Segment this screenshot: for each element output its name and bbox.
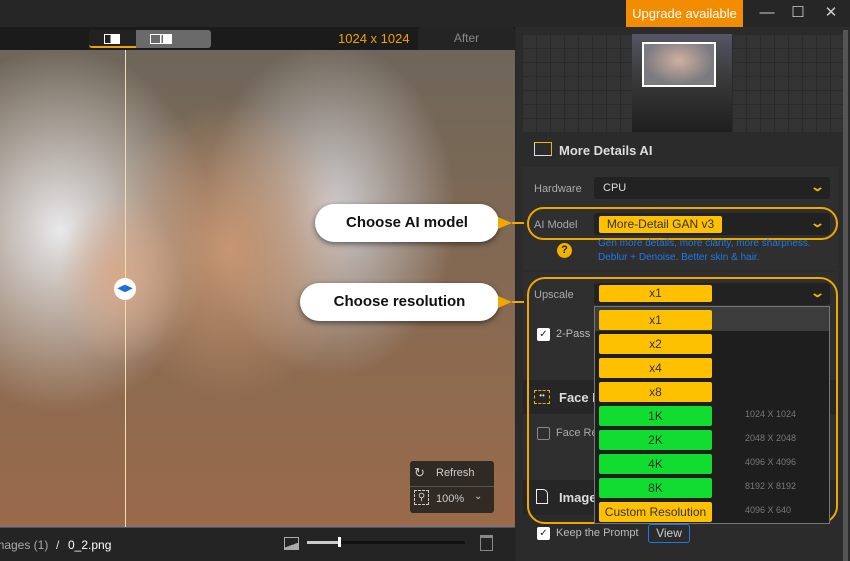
navigator-viewport[interactable] — [642, 42, 716, 87]
view-mode-toggle — [89, 30, 211, 48]
chevron-down-icon: ⌄ — [809, 179, 826, 194]
upscale-options-list: x1 x2 x4 x8 1K 1024 X 1024 2K 2048 X 2048 4K 4096… — [594, 306, 830, 524]
option-label: 4K — [599, 454, 712, 474]
breadcrumb-separator: / — [56, 538, 60, 552]
option-label: 2K — [599, 430, 712, 450]
thumbnail-size-slider[interactable] — [307, 537, 465, 547]
breadcrumb-images[interactable]: Images (1) — [0, 538, 48, 552]
section-title: More Details AI — [559, 143, 653, 158]
breadcrumb-filename: 0_2.png — [68, 538, 112, 552]
zoom-level[interactable]: 100% — [436, 493, 464, 505]
upscale-option[interactable]: Custom Resolution 4096 X 640 — [595, 499, 829, 523]
viewer-controls: ↻ Refresh ⚲ 100% ⌄ — [410, 461, 494, 513]
split-view-button[interactable] — [136, 30, 211, 48]
maximize-icon[interactable]: ☐ — [783, 0, 813, 27]
callout-resolution: Choose resolution — [300, 283, 499, 321]
model-description-2: Deblur + Denoise. Better skin & hair. — [598, 252, 760, 263]
hardware-value: CPU — [603, 182, 627, 194]
tab-after[interactable]: After — [418, 27, 515, 50]
option-label: 1K — [599, 406, 712, 426]
option-label: Custom Resolution — [599, 502, 712, 522]
bottom-bar: Images (1) / 0_2.png — [0, 527, 515, 561]
image-dimensions: 1024 x 1024 — [338, 31, 410, 46]
upscale-option[interactable]: x2 — [595, 331, 829, 355]
callout-ai-model: Choose AI model — [315, 204, 499, 242]
upscale-icon — [534, 142, 552, 156]
close-icon[interactable]: ✕ — [816, 0, 846, 27]
compare-handle[interactable]: ◀▶ — [114, 278, 136, 300]
ai-model-highlight — [527, 207, 838, 240]
chevron-down-icon[interactable]: ⌄ — [474, 491, 482, 502]
keep-prompt-label: Keep the Prompt — [556, 527, 639, 539]
upscale-option[interactable]: 1K 1024 X 1024 — [595, 403, 829, 427]
upscale-option[interactable]: x4 — [595, 355, 829, 379]
panel-scrollbar[interactable] — [843, 30, 848, 561]
upscale-option[interactable]: 4K 4096 X 4096 — [595, 451, 829, 475]
single-view-button[interactable] — [89, 30, 136, 48]
option-resolution: 1024 X 1024 — [745, 409, 797, 419]
hardware-dropdown[interactable]: CPU ⌄ — [594, 177, 830, 199]
option-label: x8 — [599, 382, 712, 402]
upscale-option[interactable]: x1 — [595, 307, 829, 331]
option-resolution: 4096 X 640 — [745, 505, 792, 515]
refresh-icon[interactable]: ↻ — [414, 465, 425, 481]
refresh-button[interactable]: Refresh — [436, 467, 475, 479]
view-button[interactable]: View — [648, 524, 690, 543]
option-label: x4 — [599, 358, 712, 378]
option-label: 8K — [599, 478, 712, 498]
arrow-icon — [498, 217, 512, 229]
option-label: x2 — [599, 334, 712, 354]
model-description-1: Gen more details, more clarity, more sha… — [598, 238, 811, 249]
hardware-label: Hardware — [534, 183, 582, 195]
option-resolution: 8192 X 8192 — [745, 481, 797, 491]
upscale-option[interactable]: 8K 8192 X 8192 — [595, 475, 829, 499]
option-resolution: 2048 X 2048 — [745, 433, 797, 443]
image-icon — [284, 537, 299, 550]
keep-prompt-checkbox[interactable]: ✓ — [537, 527, 550, 540]
upscale-option[interactable]: x8 — [595, 379, 829, 403]
trash-icon[interactable] — [480, 535, 493, 551]
minimize-icon[interactable]: — — [752, 0, 782, 27]
upscale-option[interactable]: 2K 2048 X 2048 — [595, 427, 829, 451]
arrow-icon — [498, 296, 512, 308]
help-icon[interactable]: ? — [557, 243, 572, 258]
zoom-icon[interactable]: ⚲ — [414, 490, 429, 505]
upgrade-button[interactable]: Upgrade available — [626, 0, 743, 27]
option-resolution: 4096 X 4096 — [745, 457, 797, 467]
option-label: x1 — [599, 310, 712, 330]
